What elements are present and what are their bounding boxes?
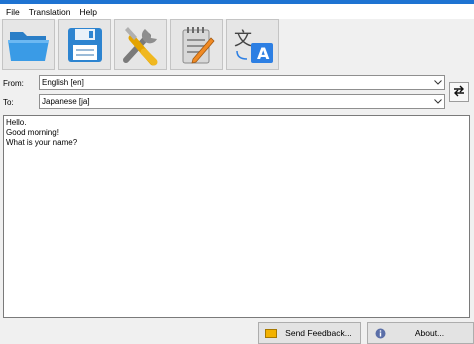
from-label: From: <box>3 79 24 88</box>
text-line: Hello. <box>6 118 27 127</box>
send-feedback-label: Send Feedback... <box>285 328 352 338</box>
translate-button[interactable]: 文 A <box>226 19 279 70</box>
notepad-pencil-icon <box>179 25 215 65</box>
open-button[interactable] <box>2 19 55 70</box>
to-language-select[interactable]: Japanese [ja] <box>39 94 445 109</box>
tools-icon <box>120 24 162 66</box>
swap-arrows-icon <box>453 85 465 99</box>
chevron-down-icon <box>432 95 444 108</box>
menu-file[interactable]: File <box>3 7 23 17</box>
translate-glyph-target: A <box>257 44 270 63</box>
menu-translation[interactable]: Translation <box>26 7 74 17</box>
send-feedback-button[interactable]: Send Feedback... <box>258 322 361 344</box>
swap-languages-button[interactable] <box>449 82 469 102</box>
save-button[interactable] <box>58 19 111 70</box>
folder-open-icon <box>7 27 51 63</box>
text-line: Good morning! <box>6 128 59 137</box>
info-icon <box>368 328 392 339</box>
translate-glyph-source: 文 <box>234 29 252 50</box>
envelope-icon <box>259 328 283 338</box>
from-language-value: English [en] <box>42 78 84 87</box>
about-label: About... <box>414 328 445 338</box>
source-text-area[interactable]: Hello. Good morning! What is your name? <box>3 115 470 318</box>
about-button[interactable]: About... <box>367 322 474 344</box>
settings-button[interactable] <box>114 19 167 70</box>
menu-bar: File Translation Help <box>0 4 474 19</box>
menu-help[interactable]: Help <box>76 7 99 17</box>
to-language-value: Japanese [ja] <box>42 97 90 106</box>
translate-icon: 文 A <box>231 25 275 65</box>
from-language-select[interactable]: English [en] <box>39 75 445 90</box>
text-line: What is your name? <box>6 138 78 147</box>
to-label: To: <box>3 98 14 107</box>
floppy-disk-icon <box>66 26 104 64</box>
chevron-down-icon <box>432 76 444 89</box>
edit-button[interactable] <box>170 19 223 70</box>
toolbar: 文 A <box>2 19 282 71</box>
